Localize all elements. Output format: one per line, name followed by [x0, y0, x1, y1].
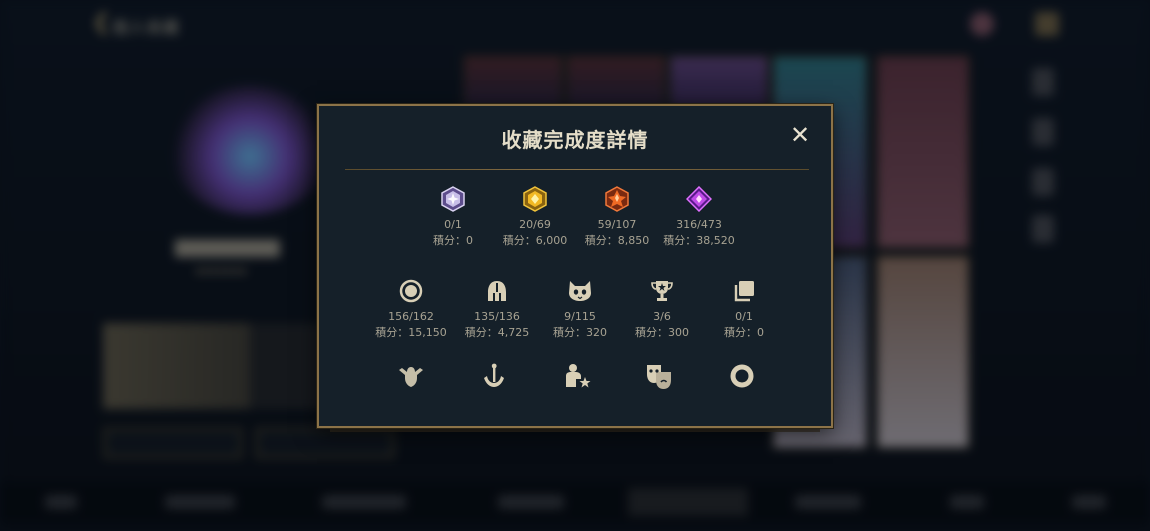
white-crystal-icon — [441, 186, 465, 212]
donut-ring-icon — [730, 364, 754, 388]
score-text: 積分：38,520 — [663, 234, 735, 247]
close-button[interactable]: ✕ — [787, 122, 813, 148]
category-stat-cat: 9/115 積分：320 — [535, 279, 625, 341]
figure-star-icon — [566, 364, 591, 388]
rarity-stat-orange: 59/107 積分：8,850 — [572, 186, 662, 249]
title-divider — [345, 169, 809, 170]
helmet-icon — [488, 281, 506, 301]
count-text: 20/69 — [519, 218, 551, 231]
score-text: 積分：320 — [553, 326, 607, 339]
dialog-title: 收藏完成度詳情 — [501, 128, 649, 152]
gold-gem-icon — [523, 186, 547, 212]
cat-face-icon — [569, 281, 591, 301]
category-stat-trophy: 3/6 積分：300 — [617, 279, 707, 341]
masks-icon — [647, 365, 671, 389]
category-stat-copies: 0/1 積分：0 — [699, 279, 789, 341]
count-text: 0/1 — [444, 218, 462, 231]
score-text: 積分：300 — [635, 326, 689, 339]
collection-completion-dialog: 收藏完成度詳情 ✕ 0/1 積分：0 20/69 積分：6,000 59/107… — [317, 104, 833, 428]
rarity-stat-white: 0/1 積分：0 — [408, 186, 498, 249]
count-text: 156/162 — [388, 310, 434, 323]
rarity-stat-gold: 20/69 積分：6,000 — [490, 186, 580, 249]
count-text: 59/107 — [597, 218, 637, 231]
count-text: 3/6 — [653, 310, 671, 323]
orange-gem-icon — [605, 186, 629, 212]
category-stat-ring: 156/162 積分：15,150 — [366, 279, 456, 341]
winged-emblem-icon — [399, 367, 423, 387]
score-text: 積分：15,150 — [375, 326, 447, 339]
count-text: 135/136 — [474, 310, 520, 323]
category-stat-helmet: 135/136 積分：4,725 — [452, 279, 542, 341]
count-text: 9/115 — [564, 310, 596, 323]
score-text: 積分：0 — [724, 326, 764, 339]
score-text: 積分：6,000 — [502, 234, 568, 247]
rarity-stat-purple: 316/473 積分：38,520 — [654, 186, 744, 249]
copies-icon — [734, 281, 754, 302]
trophy-icon — [651, 281, 673, 301]
score-text: 積分：0 — [433, 234, 473, 247]
count-text: 0/1 — [735, 310, 753, 323]
ring-icon — [399, 279, 423, 303]
count-text: 316/473 — [676, 218, 722, 231]
sword-emblem-icon — [484, 363, 504, 387]
score-text: 積分：4,725 — [464, 326, 530, 339]
score-text: 積分：8,850 — [584, 234, 650, 247]
purple-gem-icon — [686, 186, 712, 212]
